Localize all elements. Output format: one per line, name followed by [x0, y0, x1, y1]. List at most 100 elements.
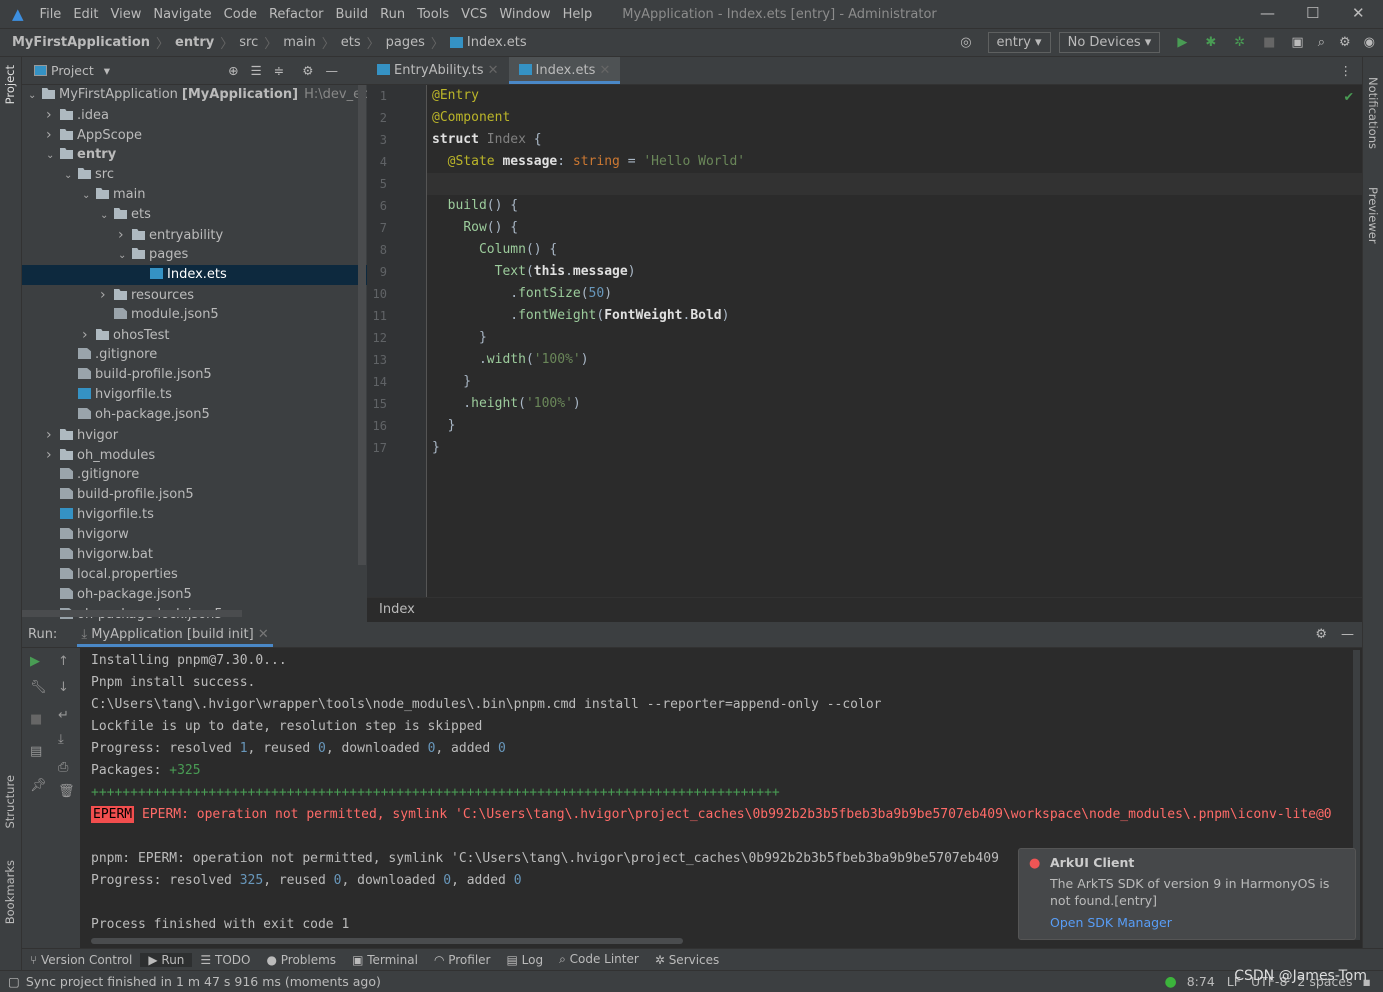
pin-icon[interactable]: 📌︎ [30, 778, 47, 793]
trash-icon[interactable]: 🗑︎ [58, 784, 75, 799]
rerun-icon[interactable]: ▶ [30, 654, 40, 669]
tree-item[interactable]: oh-package.json5 [22, 585, 367, 605]
scroll-up-icon[interactable]: ↑ [58, 654, 69, 669]
settings-icon[interactable]: ⚙ [1339, 35, 1351, 50]
tree-item[interactable]: › hvigor [22, 425, 367, 445]
tree-item[interactable]: ⌄ ets [22, 205, 367, 225]
attach-debugger-icon[interactable]: ✲ [1234, 35, 1245, 50]
tree-item[interactable]: › oh_modules [22, 445, 367, 465]
tool-window-log[interactable]: ▤ Log [498, 953, 551, 967]
search-icon[interactable]: ⌕ [1318, 35, 1325, 50]
tree-item[interactable]: hvigorfile.ts [22, 385, 367, 405]
wrench-icon[interactable]: 🔧︎ [30, 680, 47, 695]
chevron-right-icon[interactable]: › [100, 285, 114, 305]
open-sdk-manager-link[interactable]: Open SDK Manager [1050, 915, 1343, 930]
device-select[interactable]: No Devices ▾ [1058, 32, 1161, 53]
structure-tool-tab[interactable]: Structure [3, 775, 17, 829]
status-toggle-icon[interactable]: ▢ [8, 974, 20, 989]
breadcrumb-item[interactable]: src [239, 35, 258, 50]
tree-item[interactable]: › .idea [22, 105, 367, 125]
tree-item[interactable]: local.properties [22, 565, 367, 585]
chevron-right-icon[interactable]: › [46, 425, 60, 445]
run-icon[interactable]: ▶ [1177, 35, 1187, 50]
menu-tools[interactable]: Tools [411, 7, 455, 22]
target-icon[interactable]: ◎ [960, 35, 971, 50]
editor-breadcrumb[interactable]: Index [367, 597, 1362, 622]
menu-code[interactable]: Code [218, 7, 263, 22]
menu-window[interactable]: Window [493, 7, 556, 22]
stop-icon[interactable]: ■ [30, 712, 42, 727]
minimize-button[interactable]: — [1260, 4, 1275, 22]
gear-icon[interactable]: ⚙ [302, 63, 313, 78]
tree-item[interactable]: › AppScope [22, 125, 367, 145]
chevron-down-icon[interactable]: ⌄ [46, 146, 60, 166]
breadcrumb-item[interactable]: main [283, 35, 315, 50]
tab-index-ets[interactable]: Index.ets ✕ [508, 57, 621, 84]
breadcrumb-item[interactable]: pages [386, 35, 425, 50]
tree-item[interactable]: Index.ets [22, 265, 367, 285]
breadcrumb-item[interactable]: Index.ets [467, 35, 527, 50]
notifications-tool-tab[interactable]: Notifications [1366, 77, 1380, 149]
tree-item[interactable]: hvigorw [22, 525, 367, 545]
tool-window-terminal[interactable]: ▣ Terminal [344, 953, 426, 967]
previewer-tool-tab[interactable]: Previewer [1366, 187, 1380, 244]
print-icon[interactable]: ⎙ [58, 760, 68, 775]
tree-item[interactable]: build-profile.json5 [22, 365, 367, 385]
locate-file-icon[interactable]: ⊕ [228, 63, 238, 78]
tree-item[interactable]: .gitignore [22, 465, 367, 485]
hide-panel-icon[interactable]: — [1341, 627, 1354, 642]
tree-item[interactable]: .gitignore [22, 345, 367, 365]
breadcrumb-item[interactable]: entry [175, 35, 214, 50]
close-window-button[interactable]: ✕ [1352, 4, 1365, 22]
chevron-right-icon[interactable]: › [82, 325, 96, 345]
menu-help[interactable]: Help [557, 7, 599, 22]
tree-item[interactable]: ⌄ MyFirstApplication [MyApplication] H:\dev… [22, 85, 367, 105]
breadcrumb-item[interactable]: MyFirstApplication [12, 35, 150, 50]
gear-icon[interactable]: ⚙ [1315, 627, 1327, 642]
tool-window-code-linter[interactable]: ⌕ Code Linter [551, 952, 647, 967]
run-tab[interactable]: ⤓ MyApplication [build init] ✕ [77, 623, 273, 647]
hide-panel-icon[interactable]: — [325, 63, 338, 78]
layout-icon[interactable]: ▤ [30, 744, 42, 759]
tool-window-run[interactable]: ▶ Run [140, 952, 193, 967]
chevron-down-icon[interactable]: ⌄ [28, 86, 42, 106]
menu-build[interactable]: Build [330, 7, 375, 22]
device-manager-icon[interactable]: ▣ [1291, 35, 1303, 50]
chevron-down-icon[interactable]: ⌄ [118, 246, 132, 266]
tree-item[interactable]: › resources [22, 285, 367, 305]
close-tab-icon[interactable]: ✕ [258, 627, 269, 642]
tree-item[interactable]: hvigorfile.ts [22, 505, 367, 525]
close-tab-icon[interactable]: ✕ [484, 63, 499, 78]
maximize-button[interactable]: ☐ [1306, 4, 1319, 22]
collapse-all-icon[interactable]: ≑ [274, 63, 284, 78]
chevron-right-icon[interactable]: › [46, 125, 60, 145]
menu-view[interactable]: View [105, 7, 148, 22]
tree-item[interactable]: oh-package.json5 [22, 405, 367, 425]
tree-item[interactable]: build-profile.json5 [22, 485, 367, 505]
menu-edit[interactable]: Edit [67, 7, 104, 22]
tree-item[interactable]: module.json5 [22, 305, 367, 325]
menu-run[interactable]: Run [374, 7, 411, 22]
tool-window-version-control[interactable]: ⑂ Version Control [22, 953, 140, 967]
stop-icon[interactable]: ■ [1263, 35, 1275, 50]
tool-window-todo[interactable]: ☰ TODO [192, 953, 258, 967]
tree-item[interactable]: ⌄ entry [22, 145, 367, 165]
menu-file[interactable]: File [34, 7, 68, 22]
caret-position[interactable]: 8:74 [1187, 974, 1215, 989]
chevron-right-icon[interactable]: › [46, 105, 60, 125]
bookmarks-tool-tab[interactable]: Bookmarks [3, 860, 17, 924]
chevron-down-icon[interactable]: ▾ [104, 63, 110, 78]
menu-vcs[interactable]: VCS [455, 7, 493, 22]
scroll-down-icon[interactable]: ↓ [58, 680, 69, 695]
project-tool-tab[interactable]: Project [3, 65, 17, 104]
chevron-right-icon[interactable]: › [118, 225, 132, 245]
tree-item[interactable]: ⌄ main [22, 185, 367, 205]
tree-item[interactable]: › entryability [22, 225, 367, 245]
project-view-select[interactable]: Project [51, 63, 94, 78]
console-hscrollbar[interactable] [91, 938, 683, 944]
more-tabs-icon[interactable]: ⋮ [1340, 63, 1353, 78]
menu-navigate[interactable]: Navigate [147, 7, 217, 22]
account-icon[interactable]: ◉ [1364, 35, 1375, 50]
tree-item[interactable]: ⌄ src [22, 165, 367, 185]
tool-window-profiler[interactable]: ◠ Profiler [426, 953, 499, 967]
